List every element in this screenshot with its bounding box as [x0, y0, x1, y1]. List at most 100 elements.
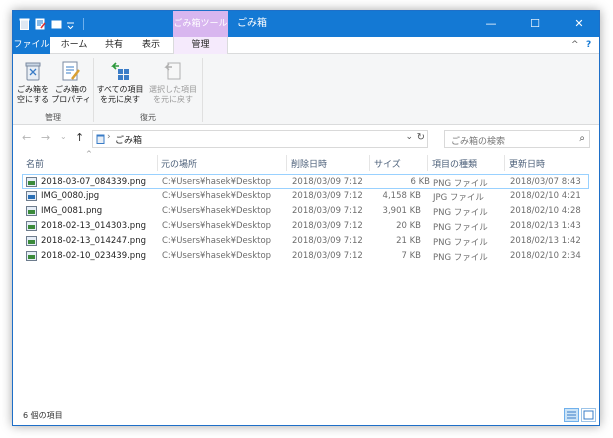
back-button[interactable]: ←: [22, 131, 31, 144]
ribbon-tabs: ファイル ホーム 共有 表示 管理 ^ ?: [13, 37, 599, 55]
empty-recycle-bin-button[interactable]: ごみ箱を 空にする: [15, 60, 51, 105]
file-size: 7 KB: [401, 251, 421, 261]
context-tab-header: ごみ箱ツール: [173, 11, 228, 37]
new-folder-icon[interactable]: [51, 18, 62, 30]
column-header-original-location[interactable]: 元の場所: [161, 157, 197, 170]
forward-button[interactable]: →: [41, 131, 50, 144]
breadcrumb-recycle-bin[interactable]: ごみ箱: [115, 133, 142, 146]
title-bar: ごみ箱ツール ごみ箱 — ☐ ✕: [13, 11, 599, 37]
ribbon-collapse-button[interactable]: ^: [571, 40, 579, 50]
file-type: PNG ファイル: [433, 223, 488, 233]
recycle-bin-small-icon: [96, 134, 105, 144]
file-date-deleted: 2018/03/09 7:12: [292, 221, 363, 231]
file-date-deleted: 2018/03/09 7:12: [292, 191, 363, 201]
file-date-deleted: 2018/03/09 7:12: [292, 251, 363, 261]
file-name: 2018-02-10_023439.png: [41, 251, 146, 261]
file-name: IMG_0080.jpg: [41, 191, 100, 201]
restore-all-button[interactable]: すべての項目 を元に戻す: [95, 60, 145, 105]
file-location: C:¥Users¥hasek¥Desktop: [162, 177, 272, 187]
column-divider[interactable]: [504, 155, 505, 171]
item-count: 6 個の項目: [23, 411, 63, 420]
search-input[interactable]: ごみ箱の検索: [451, 134, 505, 147]
close-button[interactable]: ✕: [557, 11, 599, 37]
table-row[interactable]: 2018-02-13_014303.png C:¥Users¥hasek¥Des…: [13, 219, 599, 234]
tab-manage[interactable]: 管理: [173, 37, 228, 55]
file-date-deleted: 2018/03/09 7:12: [292, 206, 363, 216]
file-location: C:¥Users¥hasek¥Desktop: [162, 191, 272, 201]
restore-all-label: すべての項目 を元に戻す: [96, 85, 144, 104]
file-location: C:¥Users¥hasek¥Desktop: [162, 251, 272, 261]
column-divider[interactable]: [157, 155, 158, 171]
column-header-size[interactable]: サイズ: [374, 157, 401, 170]
search-box[interactable]: ごみ箱の検索 ⌕: [444, 130, 590, 148]
column-header-date-modified[interactable]: 更新日時: [509, 157, 545, 170]
column-divider[interactable]: [286, 155, 287, 171]
file-type: PNG ファイル: [433, 253, 488, 263]
bin-properties-icon: [60, 60, 82, 82]
bin-properties-button[interactable]: ごみ箱の プロパティ: [51, 60, 91, 105]
file-date-deleted: 2018/03/09 7:12: [292, 177, 363, 187]
breadcrumb-chevron-icon[interactable]: ›: [107, 132, 111, 142]
sort-ascending-icon: ^: [86, 150, 92, 158]
restore-selected-icon: [162, 60, 184, 82]
properties-icon[interactable]: [35, 18, 46, 30]
address-dropdown-icon[interactable]: ⌄: [405, 132, 413, 142]
address-bar[interactable]: › ごみ箱 ⌄ ↻: [92, 130, 428, 148]
png-file-icon: [26, 221, 37, 231]
table-row[interactable]: 2018-03-07_084339.png C:¥Users¥hasek¥Des…: [22, 174, 589, 189]
file-size: 4,158 KB: [382, 191, 421, 201]
details-view-icon: [567, 411, 576, 419]
column-header-date-deleted[interactable]: 削除日時: [291, 157, 327, 170]
tab-share[interactable]: 共有: [97, 37, 131, 54]
refresh-icon[interactable]: ↻: [417, 132, 425, 143]
qat-dropdown-icon[interactable]: [67, 18, 78, 30]
file-type: PNG ファイル: [433, 208, 488, 218]
large-icons-view-icon: [583, 410, 594, 420]
png-file-icon: [26, 177, 37, 187]
file-size: 3,901 KB: [382, 206, 421, 216]
help-button[interactable]: ?: [586, 40, 591, 50]
column-headers: ^ 名前 元の場所 削除日時 サイズ 項目の種類 更新日時: [13, 150, 599, 172]
jpg-file-icon: [26, 191, 37, 201]
table-row[interactable]: 2018-02-13_014247.png C:¥Users¥hasek¥Des…: [13, 234, 599, 249]
restore-selected-label: 選択した項目 を元に戻す: [149, 85, 197, 104]
quick-access-toolbar: [19, 16, 84, 32]
column-divider[interactable]: [427, 155, 428, 171]
table-row[interactable]: 2018-02-10_023439.png C:¥Users¥hasek¥Des…: [13, 249, 599, 264]
column-divider[interactable]: [369, 155, 370, 171]
file-location: C:¥Users¥hasek¥Desktop: [162, 206, 272, 216]
ribbon-panel: ごみ箱を 空にする ごみ箱の プロパティ 管理 すべての項目 を元に戻す 選択し…: [13, 54, 599, 125]
up-button[interactable]: ↑: [75, 131, 84, 144]
minimize-button[interactable]: —: [469, 11, 513, 37]
tab-home[interactable]: ホーム: [55, 37, 93, 54]
file-type: PNG ファイル: [433, 238, 488, 248]
tab-file[interactable]: ファイル: [13, 37, 50, 54]
recycle-bin-icon[interactable]: [19, 18, 30, 30]
column-header-type[interactable]: 項目の種類: [432, 157, 477, 170]
qat-separator: [83, 18, 84, 30]
file-location: C:¥Users¥hasek¥Desktop: [162, 221, 272, 231]
file-name: 2018-02-13_014303.png: [41, 221, 146, 231]
maximize-button[interactable]: ☐: [513, 11, 557, 37]
file-name: 2018-03-07_084339.png: [41, 177, 146, 187]
column-header-name[interactable]: 名前: [26, 157, 44, 170]
search-icon[interactable]: ⌕: [579, 133, 585, 144]
empty-bin-label: ごみ箱を 空にする: [16, 85, 50, 104]
png-file-icon: [26, 251, 37, 261]
table-row[interactable]: IMG_0080.jpg C:¥Users¥hasek¥Desktop 2018…: [13, 189, 599, 204]
file-name: IMG_0081.png: [41, 206, 103, 216]
file-size: 21 KB: [396, 236, 421, 246]
explorer-window: ごみ箱ツール ごみ箱 — ☐ ✕ ファイル ホーム 共有 表示 管理 ^ ? ご…: [12, 10, 600, 426]
tab-view[interactable]: 表示: [134, 37, 168, 54]
table-row[interactable]: IMG_0081.png C:¥Users¥hasek¥Desktop 2018…: [13, 204, 599, 219]
group-restore-label: 復元: [140, 113, 156, 122]
details-view-button[interactable]: [564, 408, 579, 422]
restore-selected-button[interactable]: 選択した項目 を元に戻す: [147, 60, 199, 105]
file-date-deleted: 2018/03/09 7:12: [292, 236, 363, 246]
png-file-icon: [26, 236, 37, 246]
file-type: JPG ファイル: [433, 193, 484, 203]
file-type: PNG ファイル: [433, 179, 488, 189]
large-icons-view-button[interactable]: [581, 408, 596, 422]
recent-locations-button[interactable]: ⌄: [60, 132, 67, 141]
empty-bin-icon: [22, 60, 44, 82]
